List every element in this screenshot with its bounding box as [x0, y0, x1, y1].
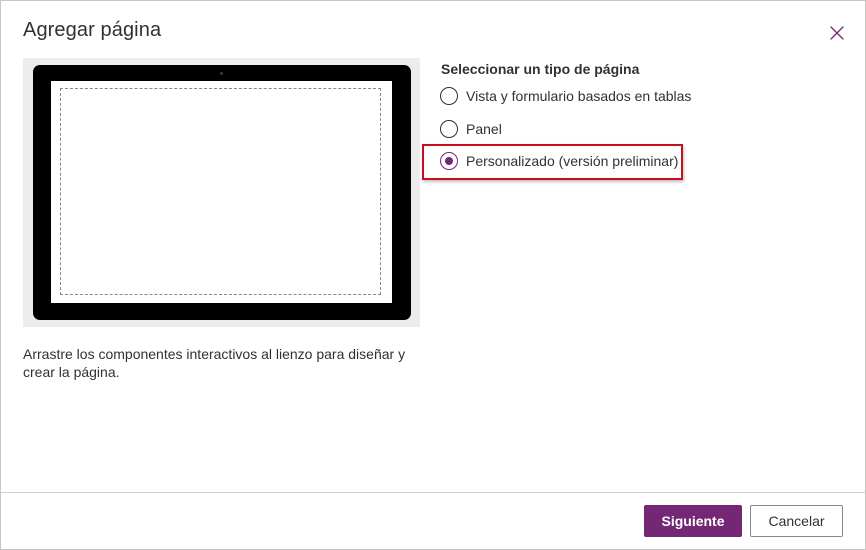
- page-type-label: Seleccionar un tipo de página: [441, 61, 640, 77]
- footer-divider: [1, 492, 865, 493]
- radio-button[interactable]: [440, 120, 458, 138]
- next-button[interactable]: Siguiente: [644, 505, 742, 537]
- dialog-title: Agregar página: [23, 19, 162, 41]
- canvas-area: [60, 88, 381, 295]
- cancel-button[interactable]: Cancelar: [750, 505, 843, 537]
- radio-label: Personalizado (versión preliminar): [466, 153, 679, 169]
- radio-button-selected[interactable]: [440, 152, 458, 170]
- radio-label: Panel: [466, 121, 502, 137]
- preview-description: Arrastre los componentes interactivos al…: [23, 346, 406, 380]
- add-page-dialog: Agregar página Arrastre los componentes …: [0, 0, 866, 550]
- radio-label: Vista y formulario basados en tablas: [466, 88, 692, 104]
- tablet-frame: [33, 65, 411, 320]
- camera-dot: [220, 72, 223, 75]
- page-preview: [23, 58, 420, 327]
- radio-option-custom-preview[interactable]: Personalizado (versión preliminar): [440, 150, 678, 172]
- radio-option-dashboard[interactable]: Panel: [440, 118, 502, 140]
- close-button[interactable]: [825, 21, 849, 45]
- radio-button[interactable]: [440, 87, 458, 105]
- close-icon: [830, 26, 844, 40]
- tablet-screen: [51, 81, 392, 303]
- radio-option-table-view-form[interactable]: Vista y formulario basados en tablas: [440, 85, 691, 107]
